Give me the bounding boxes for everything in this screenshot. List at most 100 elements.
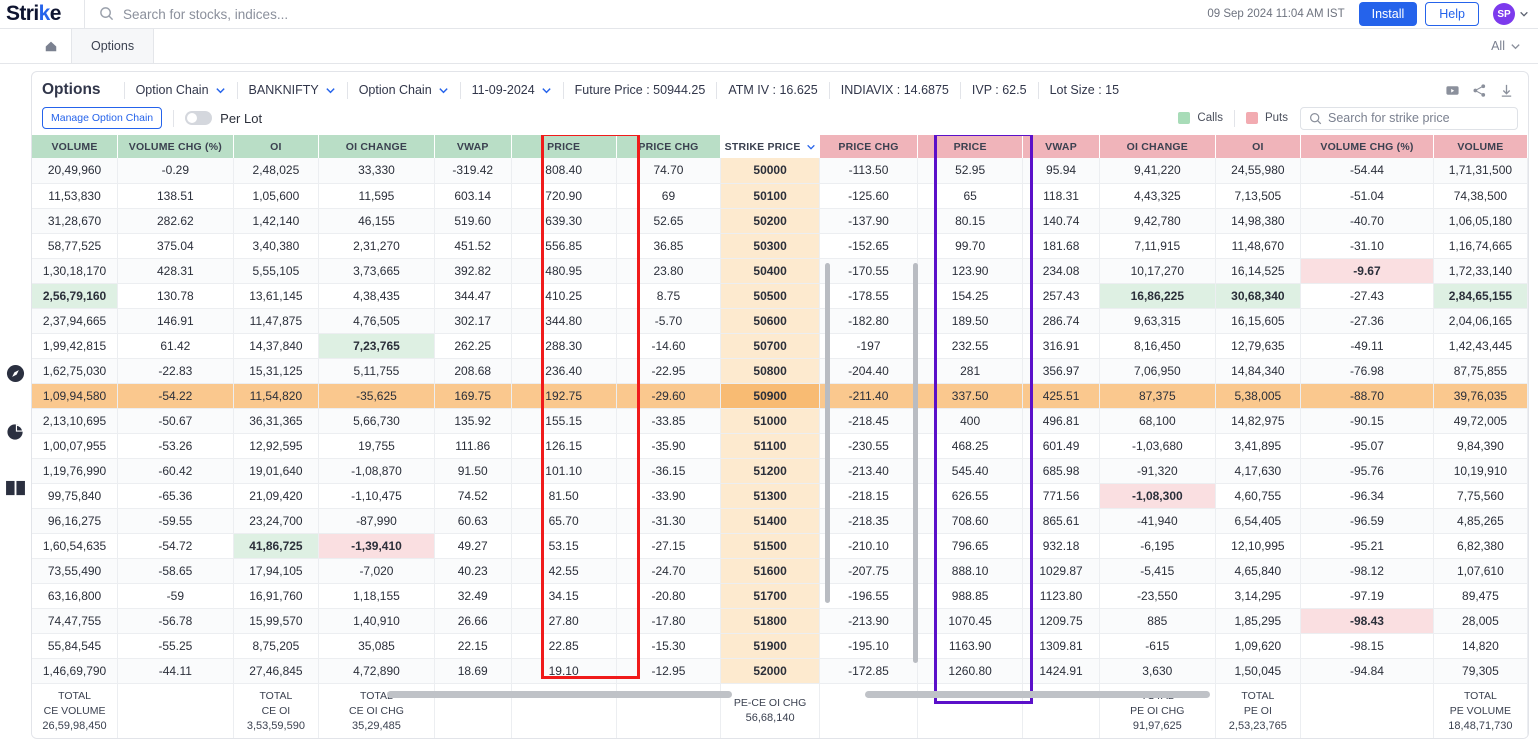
cell-strike-price[interactable]: 50800 [720, 358, 820, 384]
col-pe-vwap[interactable]: VWAP [1022, 135, 1101, 158]
table-row[interactable]: 63,16,800 -59 16,91,760 1,18,155 32.49 34.15-… [32, 583, 1528, 609]
cell-strike-price[interactable]: 51800 [720, 608, 820, 634]
left-vertical-scrollbar[interactable] [825, 263, 830, 603]
col-ce-oi[interactable]: OI [233, 135, 320, 158]
cell-strike-price[interactable]: 51400 [720, 508, 820, 534]
share-icon[interactable] [1472, 82, 1487, 97]
right-horizontal-scrollbar[interactable] [865, 691, 1210, 698]
table-row[interactable]: 1,19,76,990 -60.42 19,01,640 -1,08,870 91.50… [32, 458, 1528, 484]
col-ce-vwap[interactable]: VWAP [434, 135, 512, 158]
table-row[interactable]: 1,99,42,815 61.42 14,37,840 7,23,765 262.25 2… [32, 333, 1528, 359]
cell-pe-1: 988.85 [917, 583, 1024, 609]
dropdown-symbol[interactable]: BANKNIFTY [249, 83, 336, 97]
table-row[interactable]: 2,13,10,695 -50.67 36,31,365 5,66,730 135.92… [32, 408, 1528, 434]
table-row[interactable]: 55,84,545 -55.25 8,75,205 35,085 22.15 22.85-… [32, 633, 1528, 659]
cell-strike-price[interactable]: 50100 [720, 183, 820, 209]
cell-strike-price[interactable]: 51900 [720, 633, 820, 659]
cell-pe-6: 14,820 [1433, 633, 1528, 659]
col-ce-volume-chg[interactable]: VOLUME CHG (%) [117, 135, 234, 158]
col-pe-price[interactable]: PRICE [917, 135, 1024, 158]
cell-strike-price[interactable]: 51000 [720, 408, 820, 434]
per-lot-toggle[interactable] [185, 111, 213, 125]
cell-ce-4: 60.63 [434, 508, 512, 534]
strike-search-input[interactable]: Search for strike price [1300, 106, 1518, 130]
table-row[interactable]: 1,30,18,170 428.31 5,55,105 3,73,665 392.82 4… [32, 258, 1528, 284]
cell-strike-price[interactable]: 50700 [720, 333, 820, 359]
global-search[interactable]: Search for stocks, indices... [84, 0, 1207, 28]
cell-strike-price[interactable]: 50200 [720, 208, 820, 234]
table-row[interactable]: 31,28,670 282.62 1,42,140 46,155 519.60 639.3… [32, 208, 1528, 234]
cell-ce-5: 344.80 [511, 308, 617, 334]
dropdown-view-type-label: Option Chain [135, 83, 209, 97]
tab-options[interactable]: Options [72, 29, 155, 63]
left-horizontal-scrollbar[interactable] [387, 691, 732, 698]
cell-strike-price[interactable]: 51700 [720, 583, 820, 609]
cell-strike-price[interactable]: 50900 [720, 383, 820, 409]
cell-pe-2: 932.18 [1022, 533, 1101, 559]
cell-strike-price[interactable]: 50600 [720, 308, 820, 334]
install-button[interactable]: Install [1358, 2, 1418, 26]
cell-ce-2: 41,86,725 [233, 533, 320, 559]
col-strike-price[interactable]: STRIKE PRICE [720, 135, 820, 158]
cell-strike-price[interactable]: 50000 [720, 158, 820, 184]
cell-strike-price[interactable]: 51100 [720, 433, 820, 459]
table-row[interactable]: 74,47,755 -56.78 15,99,570 1,40,910 26.66 27.… [32, 608, 1528, 634]
app-logo[interactable]: Strike [0, 2, 84, 26]
col-ce-price-chg[interactable]: PRICE CHG [616, 135, 722, 158]
col-pe-price-chg[interactable]: PRICE CHG [819, 135, 919, 158]
col-pe-oi[interactable]: OI [1215, 135, 1302, 158]
col-pe-oi-change[interactable]: OI CHANGE [1099, 135, 1216, 158]
video-icon[interactable] [1445, 82, 1460, 97]
download-icon[interactable] [1499, 82, 1514, 97]
cell-pe-1: 123.90 [917, 258, 1024, 284]
table-row[interactable]: 96,16,275 -59.55 23,24,700 -87,990 60.63 65.7… [32, 508, 1528, 534]
cell-ce-1: -58.65 [117, 558, 234, 584]
cell-pe-1: 708.60 [917, 508, 1024, 534]
table-row[interactable]: 11,53,830 138.51 1,05,600 11,595 603.14 720.9… [32, 183, 1528, 209]
total-ce-oi-l2: CE OI [261, 704, 291, 717]
cell-strike-price[interactable]: 52000 [720, 658, 820, 684]
cell-pe-5: -51.04 [1300, 183, 1434, 209]
book-icon[interactable] [5, 480, 26, 498]
table-row[interactable]: 1,60,54,635 -54.72 41,86,725 -1,39,410 49.27… [32, 533, 1528, 559]
table-row[interactable]: 1,46,69,790 -44.11 27,46,845 4,72,890 18.69 1… [32, 658, 1528, 684]
manage-option-chain-button[interactable]: Manage Option Chain [42, 107, 163, 129]
dropdown-view-type[interactable]: Option Chain [136, 83, 226, 97]
cell-strike-price[interactable]: 50400 [720, 258, 820, 284]
cell-strike-price[interactable]: 51200 [720, 458, 820, 484]
home-tab[interactable] [31, 29, 72, 63]
divider [459, 81, 461, 99]
table-row[interactable]: 73,55,490 -58.65 17,94,105 -7,020 40.23 42.55… [32, 558, 1528, 584]
col-pe-volume[interactable]: VOLUME [1433, 135, 1528, 158]
cell-strike-price[interactable]: 50300 [720, 233, 820, 259]
dropdown-chain-type[interactable]: Option Chain [359, 83, 449, 97]
divider [173, 109, 175, 127]
total-pe-oi-l2: PE OI [1243, 704, 1272, 717]
col-ce-volume[interactable]: VOLUME [32, 135, 119, 158]
cell-strike-price[interactable]: 51300 [720, 483, 820, 509]
table-row[interactable]: 1,62,75,030 -22.83 15,31,125 5,11,755 208.68… [32, 358, 1528, 384]
cell-strike-price[interactable]: 50500 [720, 283, 820, 309]
cell-pe-1: 1163.90 [917, 633, 1024, 659]
cell-ce-4: 49.27 [434, 533, 512, 559]
col-ce-oi-change[interactable]: OI CHANGE [318, 135, 435, 158]
all-filter-dropdown[interactable]: All [1491, 29, 1538, 63]
right-vertical-scrollbar[interactable] [913, 263, 918, 663]
dropdown-expiry[interactable]: 11-09-2024 [472, 83, 552, 97]
user-menu[interactable]: SP [1493, 3, 1529, 25]
col-pe-volume-chg[interactable]: VOLUME CHG (%) [1300, 135, 1434, 158]
pie-chart-icon[interactable] [6, 422, 25, 441]
table-row[interactable]: 2,56,79,160 130.78 13,61,145 4,38,435 344.47… [32, 283, 1528, 309]
help-button[interactable]: Help [1425, 2, 1479, 26]
cell-strike-price[interactable]: 51600 [720, 558, 820, 584]
table-row[interactable]: 1,09,94,580 -54.22 11,54,820 -35,625 169.75 1… [32, 383, 1528, 409]
table-row[interactable]: 58,77,525 375.04 3,40,380 2,31,270 451.52 556… [32, 233, 1528, 259]
compass-icon[interactable] [6, 364, 25, 383]
cell-strike-price[interactable]: 51500 [720, 533, 820, 559]
per-lot-toggle-group[interactable]: Per Lot [185, 111, 262, 126]
col-ce-price[interactable]: PRICE [511, 135, 617, 158]
table-row[interactable]: 1,00,07,955 -53.26 12,92,595 19,755 111.86 12… [32, 433, 1528, 459]
table-row[interactable]: 99,75,840 -65.36 21,09,420 -1,10,475 74.52 81… [32, 483, 1528, 509]
table-row[interactable]: 2,37,94,665 146.91 11,47,875 4,76,505 302.17… [32, 308, 1528, 334]
table-row[interactable]: 20,49,960 -0.29 2,48,025 33,330 -319.42 808.4… [32, 158, 1528, 184]
